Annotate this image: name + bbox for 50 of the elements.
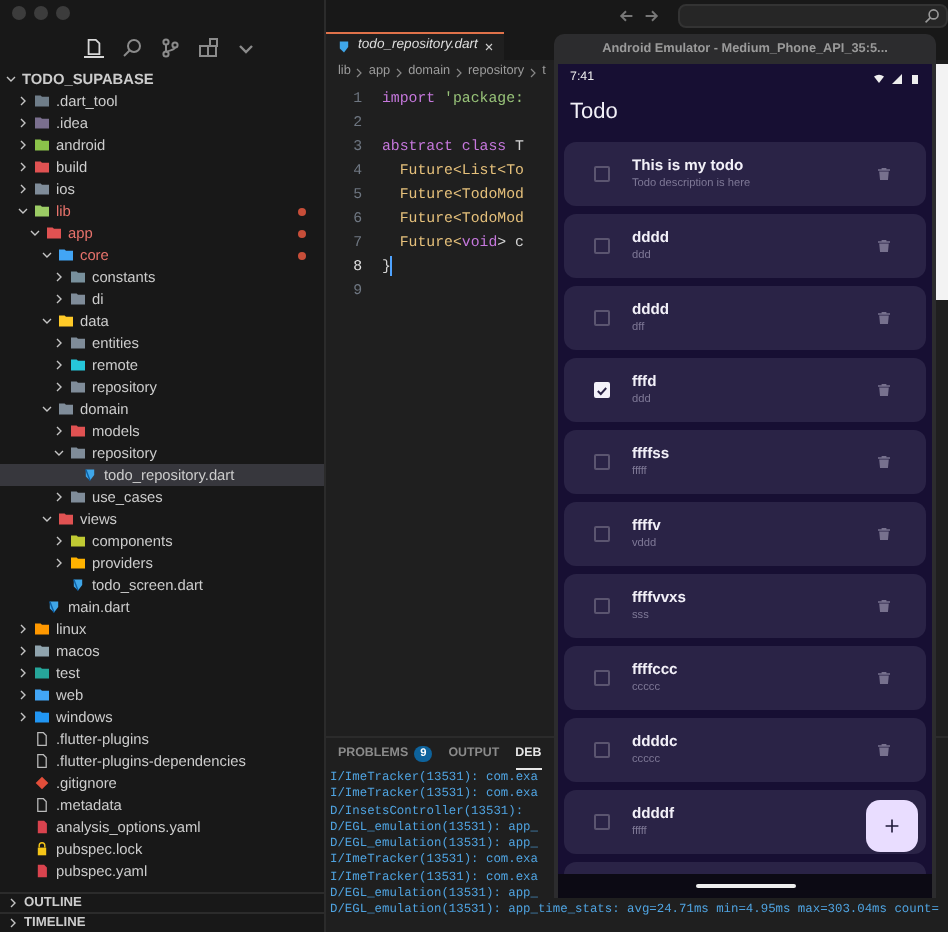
checkbox[interactable]	[594, 742, 610, 758]
search-icon[interactable]	[122, 38, 142, 58]
trash-icon[interactable]	[878, 310, 890, 326]
dart-file-icon	[82, 468, 98, 482]
dart-file-icon	[70, 578, 86, 592]
signal-icon	[892, 73, 902, 83]
back-icon[interactable]	[618, 8, 634, 24]
text-cursor	[390, 256, 393, 276]
close-icon[interactable]	[483, 42, 494, 52]
trash-icon[interactable]	[878, 526, 890, 542]
search-field[interactable]	[678, 4, 948, 28]
diamond-icon	[34, 776, 50, 790]
wifi-icon	[874, 73, 884, 83]
chevron-right-icon	[394, 67, 405, 77]
dart-file-icon	[336, 40, 352, 54]
source-control-icon[interactable]	[160, 38, 180, 58]
extensions-icon[interactable]	[198, 38, 218, 58]
plus-icon	[884, 818, 900, 834]
dart-file-icon	[46, 600, 62, 614]
modified-dot	[298, 207, 306, 215]
checkbox[interactable]	[594, 166, 610, 182]
checkbox[interactable]	[594, 310, 610, 326]
chevron-right-icon	[454, 67, 465, 77]
yaml-file-icon	[34, 864, 50, 878]
trash-icon[interactable]	[878, 742, 890, 758]
trash-icon[interactable]	[878, 166, 890, 182]
files-icon[interactable]	[84, 38, 104, 58]
add-button[interactable]	[866, 800, 918, 852]
checkbox[interactable]	[594, 238, 610, 254]
lock-icon	[34, 842, 50, 856]
checkbox[interactable]	[594, 670, 610, 686]
modified-dot	[298, 251, 306, 259]
file-icon	[34, 798, 50, 812]
search-icon	[924, 8, 940, 24]
checkbox[interactable]	[594, 598, 610, 614]
trash-icon[interactable]	[878, 382, 890, 398]
trash-icon[interactable]	[878, 670, 890, 686]
yaml-file-icon	[34, 820, 50, 834]
checkbox[interactable]	[594, 526, 610, 542]
chevron-right-icon	[528, 67, 539, 77]
checkbox[interactable]	[594, 814, 610, 830]
app-bar-title: Todo	[568, 98, 620, 128]
checkbox[interactable]	[594, 454, 610, 470]
battery-icon	[910, 73, 920, 83]
forward-icon[interactable]	[644, 8, 660, 24]
chevron-right-icon	[354, 67, 365, 77]
trash-icon[interactable]	[878, 598, 890, 614]
trash-icon[interactable]	[878, 238, 890, 254]
modified-dot	[298, 229, 306, 237]
trash-icon[interactable]	[878, 454, 890, 470]
